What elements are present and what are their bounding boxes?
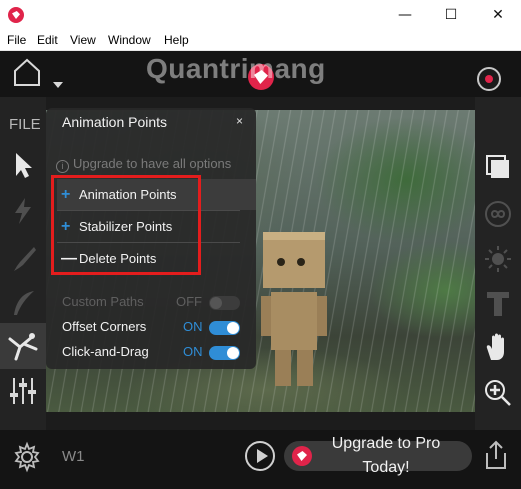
- menu-edit[interactable]: Edit: [37, 33, 58, 47]
- menu-view[interactable]: View: [70, 33, 96, 47]
- brightness-icon[interactable]: [483, 244, 513, 274]
- feather-tool-icon[interactable]: [8, 288, 38, 318]
- upgrade-note-text: Upgrade to have all options: [73, 156, 232, 171]
- layers-icon[interactable]: [483, 152, 513, 182]
- menu-file[interactable]: File: [7, 33, 26, 47]
- loop-icon[interactable]: [483, 199, 513, 229]
- bug-report-icon[interactable]: [477, 67, 501, 91]
- upgrade-note[interactable]: i Upgrade to have all options: [56, 156, 231, 173]
- offset-corners-toggle[interactable]: [209, 321, 240, 335]
- menu-help[interactable]: Help: [164, 33, 189, 47]
- custom-paths-state: OFF: [176, 294, 202, 309]
- layer-label[interactable]: W1: [62, 448, 85, 465]
- custom-paths-toggle[interactable]: [209, 296, 240, 310]
- minimize-button[interactable]: —: [382, 0, 428, 31]
- info-icon: i: [56, 160, 69, 173]
- home-icon[interactable]: [12, 57, 42, 87]
- watermark: Quantrimang: [146, 53, 326, 84]
- highlight-box: [51, 175, 201, 275]
- app-icon: [8, 7, 24, 23]
- chevron-down-icon[interactable]: [53, 82, 63, 88]
- share-export-icon[interactable]: [483, 440, 509, 470]
- close-button[interactable]: ✕: [475, 0, 521, 31]
- text-tool-icon[interactable]: [483, 288, 513, 318]
- click-and-drag-state: ON: [183, 344, 203, 359]
- cardboard-robot-figure: [261, 232, 327, 386]
- zoom-in-icon[interactable]: [483, 378, 513, 408]
- animation-points-tool-icon: [8, 333, 38, 361]
- animation-tool-selected[interactable]: [0, 323, 46, 369]
- pointer-tool-icon[interactable]: [8, 150, 38, 180]
- play-button[interactable]: [245, 441, 275, 471]
- click-and-drag-toggle[interactable]: [209, 346, 240, 360]
- offset-corners-label: Offset Corners: [62, 319, 147, 334]
- lightning-tool-icon[interactable]: [8, 196, 38, 226]
- menu-window[interactable]: Window: [108, 33, 151, 47]
- panel-title: Animation Points: [62, 114, 168, 130]
- menu-bar: File Edit View Window Help: [0, 31, 521, 51]
- upgrade-line-2: Today!: [362, 459, 410, 476]
- title-bar: — ☐ ✕: [0, 0, 521, 31]
- pro-logo-icon: [292, 446, 312, 466]
- upgrade-pro-text[interactable]: Upgrade to Pro Today!: [314, 432, 458, 480]
- hand-pan-icon[interactable]: [483, 332, 513, 362]
- gear-icon[interactable]: [11, 441, 43, 473]
- upgrade-line-1: Upgrade to Pro: [331, 435, 441, 452]
- maximize-button[interactable]: ☐: [428, 0, 474, 31]
- custom-paths-label: Custom Paths: [62, 294, 144, 309]
- file-label[interactable]: FILE: [9, 116, 41, 133]
- panel-close-button[interactable]: ×: [236, 114, 243, 128]
- sliders-tool-icon[interactable]: [8, 376, 38, 406]
- offset-corners-state: ON: [183, 319, 203, 334]
- click-and-drag-label: Click-and-Drag: [62, 344, 149, 359]
- brush-tool-icon[interactable]: [8, 244, 38, 274]
